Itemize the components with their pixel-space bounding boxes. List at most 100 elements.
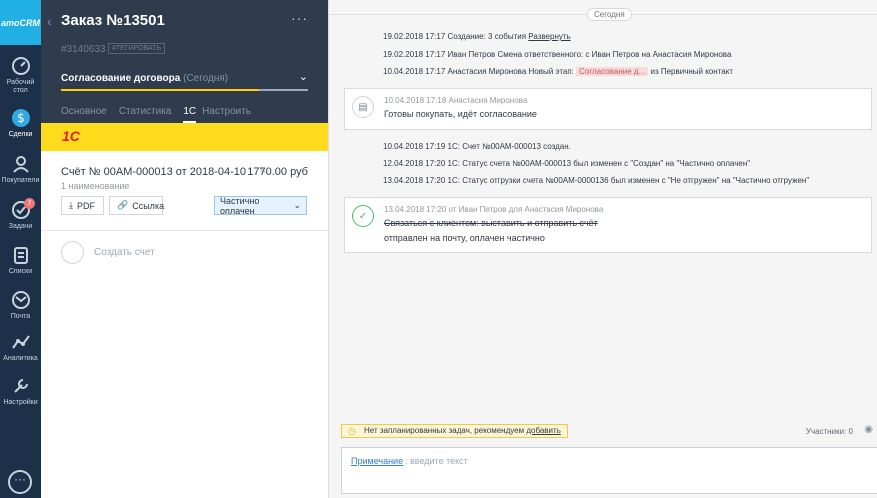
- pdf-button[interactable]: ⤓ PDF: [61, 196, 104, 215]
- back-chevron-icon[interactable]: ‹: [47, 13, 52, 29]
- mail-icon: [11, 291, 30, 309]
- chevron-down-icon: ⌄: [293, 200, 301, 210]
- event-text: 1С: Статус счета №00АМ-000013 был измене…: [447, 159, 751, 168]
- nav-label: Настройки: [3, 399, 38, 406]
- invoice-status-select[interactable]: Частично оплачен ⌄: [214, 195, 307, 216]
- add-circle-icon: [61, 241, 84, 264]
- feed-event: 12.04.2018 17:20 1С: Статус счета №00АМ-…: [383, 159, 750, 168]
- nav-item-dashboard[interactable]: Рабочий стол: [0, 56, 41, 95]
- task-meta: 13.04.2018 17:20 от Иван Петров для Анас…: [384, 205, 604, 214]
- participants-count[interactable]: Участники: 0: [806, 427, 853, 436]
- deal-title[interactable]: Заказ №13501: [61, 12, 165, 29]
- svg-text:$: $: [17, 111, 25, 125]
- stage-label: Согласование договора: [61, 73, 181, 84]
- nav-label: Списки: [8, 268, 33, 275]
- nav-label: Покупатели: [1, 177, 40, 184]
- event-date: 13.04.2018 17:20: [383, 176, 446, 185]
- invoice-status-value: Частично оплачен: [220, 195, 260, 216]
- dashboard-icon: [11, 57, 30, 75]
- app-logo-text: amoCRM: [0, 17, 40, 28]
- chevron-down-icon[interactable]: ⌄: [299, 70, 308, 83]
- analytics-icon: [11, 335, 30, 349]
- invoice-card: Счёт № 00АМ-000013 от 2018-04-10 ✎ 1770.…: [41, 151, 328, 231]
- event-text-after: из Первичный контакт: [648, 67, 733, 76]
- activity-feed: Сегодня 19.02.2018 17:17 Создание: 3 соб…: [328, 0, 877, 498]
- note-icon: ▤: [352, 96, 374, 118]
- note-text: Готовы покупать, идёт согласование: [384, 109, 537, 119]
- event-date: 10.04.2018 17:19: [383, 142, 446, 151]
- tab-main[interactable]: Основное: [61, 106, 107, 123]
- create-invoice-label: Создать счет: [94, 247, 155, 258]
- nav-item-lists[interactable]: Списки: [0, 245, 41, 276]
- tab-statistics[interactable]: Статистика: [119, 106, 172, 123]
- customers-icon: [12, 156, 29, 173]
- tab-1c[interactable]: 1С: [183, 106, 197, 123]
- event-text: Анастасия Миронова Новый этап:: [447, 67, 577, 76]
- composer-placeholder: : введите текст: [405, 456, 468, 466]
- nav-label: Сделки: [8, 131, 33, 138]
- nav-label: Аналитика: [3, 355, 38, 362]
- invoice-title[interactable]: Счёт № 00АМ-000013 от 2018-04-10: [61, 166, 246, 178]
- check-circle-icon: ✓: [352, 205, 374, 227]
- nav-item-tasks[interactable]: 7 Задачи: [0, 198, 41, 231]
- feed-event: 13.04.2018 17:20 1С: Статус отгрузки сче…: [383, 176, 809, 185]
- nav-label: Почта: [10, 313, 31, 320]
- download-icon: ⤓: [69, 200, 73, 210]
- left-nav: amoCRM Рабочий стол $ Сделки Покупатели …: [0, 0, 41, 498]
- feed-event: 19.02.2018 17:17 Иван Петров Смена ответ…: [383, 50, 731, 59]
- today-label: Сегодня: [587, 8, 632, 21]
- create-invoice[interactable]: Создать счет: [61, 241, 155, 264]
- feed-event: 19.02.2018 17:17 Создание: 3 события Раз…: [383, 32, 571, 41]
- pdf-label: PDF: [76, 200, 95, 211]
- invoice-items-count: 1 наименование: [61, 181, 130, 191]
- deal-id: #3140633: [61, 44, 106, 55]
- nav-item-mail[interactable]: Почта: [0, 290, 41, 321]
- note-composer[interactable]: Примечание : введите текст: [341, 447, 877, 494]
- task-card[interactable]: ✓ 13.04.2018 17:20 от Иван Петров для Ан…: [344, 197, 872, 253]
- expand-link[interactable]: Развернуть: [528, 32, 570, 41]
- event-date: 19.02.2018 17:17: [383, 32, 446, 41]
- composer-type-link[interactable]: Примечание: [351, 456, 403, 466]
- event-date: 19.02.2018 17:17: [383, 50, 446, 59]
- clock-icon: ◷: [348, 426, 356, 436]
- tag-button[interactable]: #ТЕГИРОВАТЬ: [108, 43, 166, 54]
- stage-progress: [61, 89, 308, 91]
- stage-selector[interactable]: Согласование договора (Сегодня): [61, 73, 228, 84]
- tasks-badge: 7: [24, 198, 35, 209]
- stage-progress-fill: [61, 89, 259, 91]
- stage-date: (Сегодня): [183, 73, 229, 84]
- wrench-icon: [13, 379, 28, 393]
- link-label: Ссылка: [132, 200, 165, 211]
- link-icon: 🔗: [117, 200, 129, 210]
- no-tasks-warning: ◷ Нет запланированных задач, рекомендуем…: [341, 424, 568, 438]
- nav-item-customers[interactable]: Покупатели: [0, 154, 41, 185]
- task-result: отправлен на почту, оплачен частично: [384, 233, 545, 243]
- add-task-link[interactable]: добавить: [526, 426, 561, 435]
- more-menu-icon[interactable]: ···: [291, 10, 308, 26]
- link-button[interactable]: 🔗 Ссылка: [109, 196, 165, 215]
- deal-panel: ‹ Заказ №13501 ··· #3140633 #ТЕГИРОВАТЬ …: [41, 0, 328, 498]
- note-card[interactable]: ▤ 10.04.2018 17:18 Анастасия Миронова Го…: [344, 88, 872, 130]
- deal-header: ‹ Заказ №13501 ··· #3140633 #ТЕГИРОВАТЬ …: [41, 0, 328, 123]
- event-date: 10.04.2018 17:17: [383, 67, 446, 76]
- nav-item-analytics[interactable]: Аналитика: [0, 332, 41, 363]
- nav-label: Задачи: [8, 223, 33, 230]
- feed-event: 10.04.2018 17:19 1С: Счет №00АМ-000013 с…: [383, 142, 571, 151]
- event-text: Создание: 3 события: [447, 32, 529, 41]
- onec-logo: 1С: [62, 128, 80, 144]
- event-text: 1С: Счет №00АМ-000013 создан.: [447, 142, 571, 151]
- nav-item-settings[interactable]: Настройки: [0, 376, 41, 407]
- nav-label: Рабочий стол: [6, 79, 35, 94]
- eye-icon[interactable]: ◉: [864, 424, 873, 435]
- onec-banner: 1С: [41, 123, 328, 151]
- app-logo[interactable]: amoCRM: [0, 0, 41, 45]
- stage-progress-rest: [258, 89, 308, 91]
- warning-text: Нет запланированных задач, рекомендуем: [364, 426, 527, 435]
- feed-event: 10.04.2018 17:17 Анастасия Миронова Новы…: [383, 67, 733, 76]
- tab-configure[interactable]: Настроить: [202, 106, 251, 123]
- note-meta: 10.04.2018 17:18 Анастасия Миронова: [384, 96, 528, 105]
- chat-icon[interactable]: ···: [8, 470, 32, 494]
- nav-item-deals[interactable]: $ Сделки: [0, 108, 41, 139]
- event-text: 1С: Статус отгрузки счета №00АМ-0000136 …: [447, 176, 810, 185]
- task-text: Связаться с клиентом: выставить и отправ…: [384, 218, 598, 228]
